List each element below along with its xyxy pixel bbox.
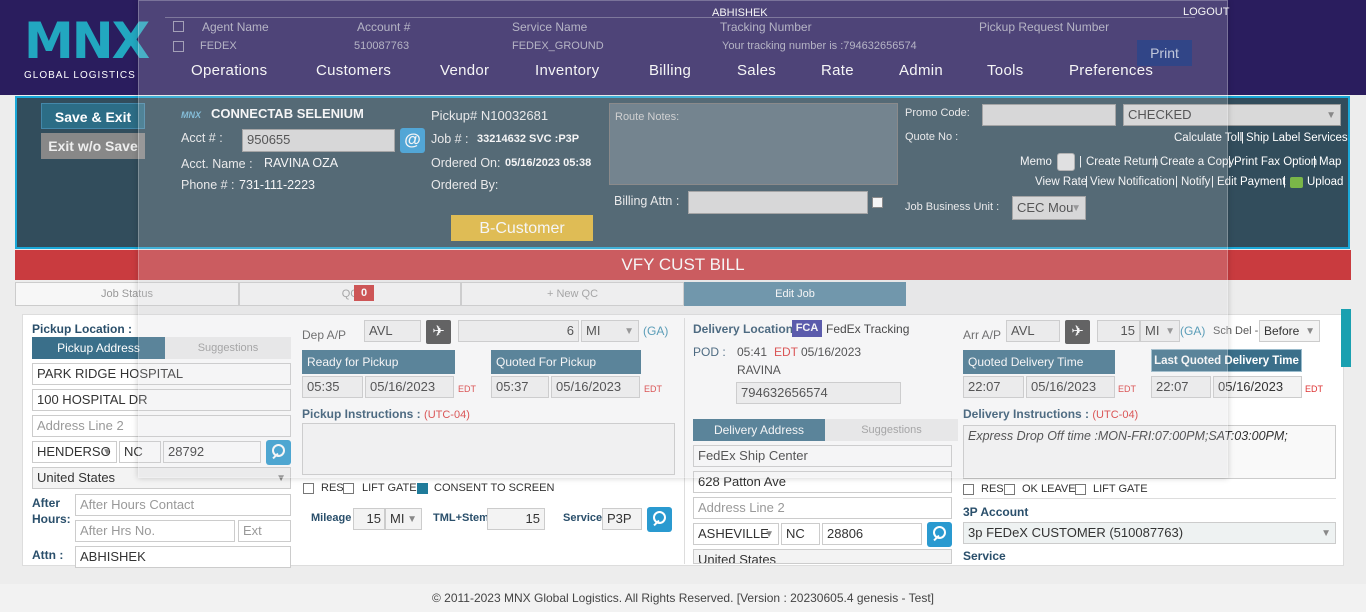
ship-label-services-link[interactable]: Ship Label Services [1246, 132, 1348, 144]
3p-account-value: 3p FEDeX CUSTOMER (510087763) [968, 525, 1184, 540]
dialog-row-tracking: Your tracking number is :794632656574 [722, 40, 917, 52]
footer-copyright: © 2011-2023 MNX Global Logistics. All Ri… [0, 584, 1366, 612]
dialog-col-service: Service Name [512, 20, 588, 34]
3p-account-select[interactable]: 3p FEDeX CUSTOMER (510087763) ▼ [963, 522, 1336, 544]
sch-del-select[interactable]: Before ▼ [1259, 320, 1320, 342]
exit-without-save-button[interactable]: Exit w/o Save [41, 133, 145, 159]
link-separator: | [1241, 132, 1244, 144]
pickup-location-label: Pickup Location : [32, 322, 133, 336]
chevron-down-icon: ▼ [1321, 528, 1331, 539]
tml-stem-field[interactable]: 15 [487, 508, 545, 530]
map-link[interactable]: Map [1319, 156, 1341, 168]
3p-account-label: 3P Account [963, 505, 1029, 519]
dialog-row-divider [165, 17, 1195, 18]
dialog-col-pickup-request: Pickup Request Number [979, 20, 1110, 34]
delivery-country-select[interactable]: United States [693, 549, 952, 564]
service-search-icon[interactable] [647, 507, 672, 532]
consent-to-screen-checkbox[interactable] [417, 483, 428, 494]
delivery-res-checkbox[interactable] [963, 484, 974, 495]
service-field[interactable]: P3P [602, 508, 642, 530]
section-divider [963, 498, 1336, 499]
pickup-lift-gate-checkbox[interactable] [343, 483, 354, 494]
attn-label: Attn : [32, 548, 64, 562]
delivery-address2-field[interactable]: Address Line 2 [693, 497, 952, 519]
consent-to-screen-label: CONSENT TO SCREEN [434, 482, 555, 494]
dialog-col-agent: Agent Name [202, 20, 269, 34]
pickup-res-label: RES [321, 482, 344, 494]
after-hours-label: After Hours: [32, 496, 71, 526]
delivery-lift-gate-label: LIFT GATE [1093, 483, 1148, 495]
scrollbar-thumb[interactable] [1341, 309, 1351, 367]
chevron-down-icon: ▼ [1305, 326, 1315, 337]
chevron-down-icon: ▼ [102, 447, 112, 458]
delivery-service-label: Service [963, 549, 1006, 563]
delivery-city-value: ASHEVILLE [698, 526, 769, 541]
mileage-unit-select[interactable]: MI ▼ [385, 508, 422, 530]
pickup-country-value: United States [37, 470, 116, 485]
link-separator: | [1283, 176, 1286, 188]
tracking-dialog-overlay [138, 0, 1228, 478]
attn-field[interactable]: ABHISHEK [75, 546, 291, 568]
pickup-res-checkbox[interactable] [303, 483, 314, 494]
dialog-row-account: 510087763 [354, 40, 410, 52]
link-separator: | [1313, 156, 1316, 168]
upload-icon[interactable] [1290, 177, 1303, 188]
mileage-unit-value: MI [390, 511, 405, 526]
service-label: Service [563, 512, 603, 524]
save-exit-button[interactable]: Save & Exit [41, 103, 145, 129]
dialog-col-account: Account # [357, 20, 411, 34]
dialog-select-all-checkbox[interactable] [173, 21, 184, 32]
print-button[interactable]: Print [1137, 40, 1192, 66]
after-hours-ext-field[interactable]: Ext [238, 520, 291, 542]
print-fax-option-link[interactable]: Print Fax Option [1234, 156, 1317, 168]
ok-leave-label: OK LEAVE [1022, 483, 1076, 495]
chevron-down-icon: ▼ [1326, 110, 1336, 121]
link-separator: | [1228, 156, 1231, 168]
mileage-label: Mileage [311, 512, 352, 524]
delivery-search-icon[interactable] [927, 522, 952, 547]
ok-leave-checkbox[interactable] [1004, 484, 1015, 495]
last-quoted-tz: EDT [1305, 384, 1323, 394]
pickup-lift-gate-label: LIFT GATE [362, 482, 417, 494]
dialog-row-checkbox[interactable] [173, 41, 184, 52]
pickup-city-select[interactable]: HENDERSO ▼ [32, 441, 117, 463]
after-hours-number-field[interactable]: After Hrs No. [75, 520, 235, 542]
delivery-res-label: RES [981, 483, 1004, 495]
upload-link[interactable]: Upload [1307, 176, 1343, 188]
delivery-country-value: United States [698, 552, 777, 564]
dialog-row-service: FEDEX_GROUND [512, 40, 604, 52]
delivery-zip-field[interactable]: 28806 [822, 523, 922, 545]
chevron-down-icon: ▼ [407, 514, 417, 525]
tml-stem-label: TML+Stem [433, 512, 489, 524]
pickup-city-value: HENDERSO [37, 444, 111, 459]
delivery-state-field[interactable]: NC [781, 523, 820, 545]
delivery-lift-gate-checkbox[interactable] [1075, 484, 1086, 495]
dialog-col-tracking: Tracking Number [720, 20, 812, 34]
dialog-row-agent: FEDEX [200, 40, 237, 52]
sch-del-value: Before [1264, 324, 1300, 338]
delivery-city-select[interactable]: ASHEVILLE ▼ [693, 523, 779, 545]
chevron-down-icon: ▼ [764, 529, 774, 540]
after-hours-contact-field[interactable]: After Hours Contact [75, 494, 291, 516]
mileage-field[interactable]: 15 [353, 508, 385, 530]
